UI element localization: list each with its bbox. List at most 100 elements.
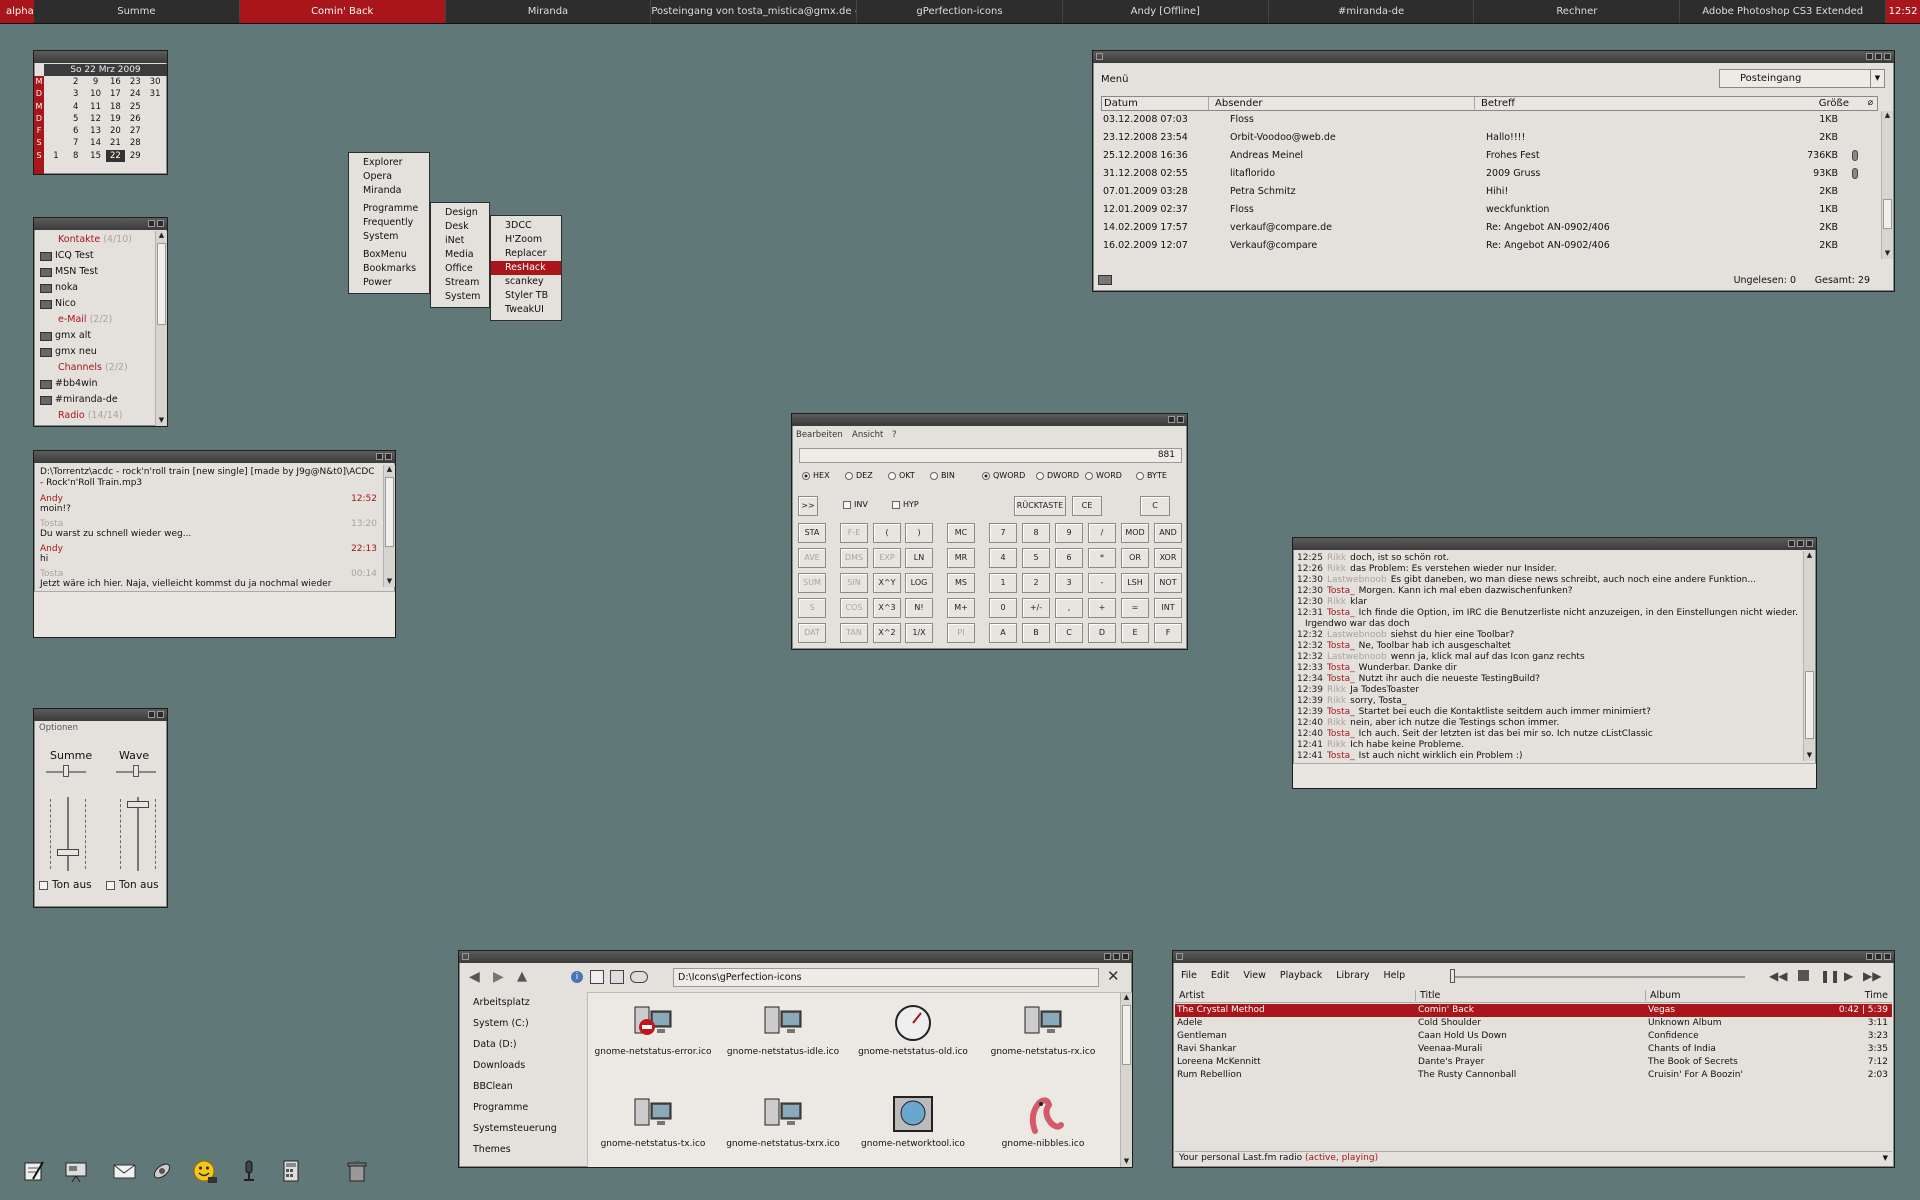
calc-function-button[interactable]: MC (947, 523, 975, 543)
contact-item[interactable]: #bb4win (34, 376, 153, 392)
start-button[interactable]: alpha (0, 0, 34, 23)
mute-checkbox[interactable]: Ton aus (39, 879, 92, 891)
file-item[interactable]: gnome-netstatus-idle.ico (723, 1003, 843, 1057)
calc-key[interactable]: XOR (1154, 548, 1182, 568)
menu-item[interactable]: 3DCC (491, 219, 561, 233)
calc-key[interactable]: 4 (989, 548, 1017, 568)
calc-function-button[interactable]: DMS (840, 548, 868, 568)
menu-item[interactable]: Programme (349, 202, 429, 216)
microphone-icon[interactable] (237, 1159, 261, 1183)
minimize-button[interactable] (148, 220, 155, 227)
menu-item[interactable]: iNet (431, 234, 489, 248)
calendar-day[interactable]: 30 (145, 76, 165, 88)
contact-item[interactable]: Nico (34, 296, 153, 312)
calendar-day[interactable]: 13 (86, 125, 106, 137)
calc-key[interactable]: 9 (1055, 523, 1083, 543)
playlist-row[interactable]: Loreena McKennitt Dante's Prayer The Book … (1175, 1056, 1892, 1069)
player-titlebar[interactable] (1173, 951, 1894, 963)
calc-function-button[interactable]: F-E (840, 523, 868, 543)
calendar-day[interactable]: 23 (125, 76, 145, 88)
calc-function-button[interactable]: ( (873, 523, 901, 543)
calc-function-button[interactable]: X^Y (873, 573, 901, 593)
word-size-radio[interactable]: DWORD (1036, 471, 1079, 480)
close-button[interactable] (1884, 953, 1891, 960)
menu-item[interactable]: H'Zoom (491, 233, 561, 247)
calendar-day[interactable]: 15 (86, 150, 106, 162)
playlist-row[interactable]: The Crystal Method Comin' Back Vegas 0:42 |… (1175, 1004, 1892, 1017)
menu-item[interactable]: Opera (349, 170, 429, 184)
word-size-radio[interactable]: QWORD (982, 471, 1025, 480)
menu-item[interactable]: Explorer (349, 156, 429, 170)
calc-function-button[interactable]: ) (905, 523, 933, 543)
calendar-day[interactable]: 8 (66, 150, 86, 162)
column-time[interactable]: Time (1865, 990, 1888, 1001)
scroll-up-icon[interactable]: ▲ (1804, 551, 1815, 561)
menu-item[interactable]: ResHack (491, 261, 561, 275)
calendar-day[interactable]: 24 (125, 88, 145, 100)
task-summe[interactable]: Summe (34, 0, 240, 23)
calc-key[interactable]: +/- (1022, 598, 1050, 618)
volume-slider[interactable] (67, 797, 69, 871)
sidebar-item[interactable]: Systemsteuerung (461, 1118, 581, 1139)
calendar-day[interactable]: 12 (86, 113, 106, 125)
menu-bearbeiten[interactable]: Bearbeiten (796, 430, 843, 440)
calc-function-button[interactable]: TAN (840, 623, 868, 643)
back-icon[interactable]: ◀ (469, 969, 480, 985)
calc-key[interactable]: OR (1121, 548, 1149, 568)
calendar-day[interactable]: 16 (106, 76, 126, 88)
column-title[interactable]: Title (1415, 990, 1440, 1001)
checkbox[interactable]: INV (843, 500, 868, 509)
menu-item[interactable]: System (431, 290, 489, 304)
contact-group[interactable]: e-Mail (2/2) (34, 312, 153, 328)
email-row[interactable]: 25.12.2008 16:36 Andreas Meinel Frohes Fes… (1101, 147, 1870, 165)
scroll-thumb[interactable] (1122, 1005, 1131, 1065)
volume-slider[interactable] (137, 797, 139, 871)
calendar-day[interactable]: 5 (66, 113, 86, 125)
close-button[interactable] (1884, 53, 1891, 60)
menu-item[interactable]: BoxMenu (349, 248, 429, 262)
message-input[interactable] (34, 591, 395, 637)
calendar-day[interactable]: 25 (125, 101, 145, 113)
calc-key[interactable]: B (1022, 623, 1050, 643)
task-gperfection[interactable]: gPerfection-icons (857, 0, 1063, 23)
calc-function-button[interactable]: COS (840, 598, 868, 618)
scroll-thumb[interactable] (1883, 199, 1892, 229)
file-item[interactable]: gnome-nibbles.ico (983, 1095, 1103, 1149)
play-icon[interactable]: ▶ (1844, 969, 1853, 983)
calendar-day[interactable]: 19 (106, 113, 126, 125)
calc-key[interactable]: F (1154, 623, 1182, 643)
scroll-down-icon[interactable]: ▼ (384, 577, 395, 587)
email-row[interactable]: 12.01.2009 02:37 Floss weckfunktion 1KB (1101, 201, 1870, 219)
calc-function-button[interactable]: SUM (798, 573, 826, 593)
column-artist[interactable]: Artist (1179, 990, 1204, 1001)
contact-group[interactable]: Kontakte (4/10) (34, 232, 153, 248)
calc-key[interactable]: 2 (1022, 573, 1050, 593)
scroll-thumb[interactable] (1805, 671, 1814, 739)
calc-key[interactable]: A (989, 623, 1017, 643)
clear-entry-button[interactable]: CE (1072, 496, 1102, 516)
seek-bar[interactable] (1455, 976, 1745, 978)
column-album[interactable]: Album (1645, 990, 1680, 1001)
calc-key[interactable]: 8 (1022, 523, 1050, 543)
scroll-up-icon[interactable]: ▲ (1121, 993, 1132, 1003)
word-size-radio[interactable]: WORD (1085, 471, 1122, 480)
irc-input[interactable] (1293, 763, 1816, 788)
close-button[interactable] (1177, 416, 1184, 423)
calc-key[interactable]: D (1088, 623, 1116, 643)
calc-function-button[interactable]: X^2 (873, 623, 901, 643)
volume-thumb[interactable] (57, 849, 79, 856)
smiley-icon[interactable] (192, 1159, 217, 1183)
player-menu-item[interactable]: Help (1383, 970, 1405, 981)
contact-scrollbar[interactable]: ▲ ▼ (155, 231, 167, 426)
menu-item[interactable]: Bookmarks (349, 262, 429, 276)
playlist-row[interactable]: Adele Cold Shoulder Unknown Album 3:11 (1175, 1017, 1892, 1030)
contact-item[interactable]: ICQ Test (34, 248, 153, 264)
calc-key[interactable]: 7 (989, 523, 1017, 543)
minimize-button[interactable] (148, 711, 155, 718)
sidebar-item[interactable]: System (C:) (461, 1013, 581, 1034)
balance-thumb[interactable] (133, 765, 139, 777)
task-comin-back[interactable]: Comin' Back (239, 0, 446, 23)
menu-ansicht[interactable]: Ansicht (852, 430, 883, 440)
email-menu-button[interactable]: Menü (1101, 74, 1128, 85)
mail-icon[interactable] (1098, 275, 1112, 285)
